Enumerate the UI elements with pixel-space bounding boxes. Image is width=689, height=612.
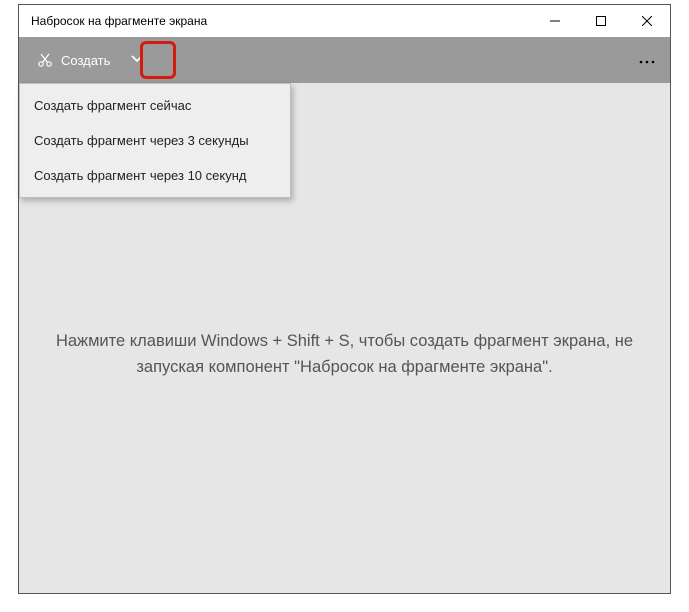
titlebar: Набросок на фрагменте экрана xyxy=(19,5,670,37)
menu-item-snip-now[interactable]: Создать фрагмент сейчас xyxy=(20,88,290,123)
more-icon xyxy=(639,51,655,69)
menu-item-snip-3s[interactable]: Создать фрагмент через 3 секунды xyxy=(20,123,290,158)
maximize-button[interactable] xyxy=(578,5,624,37)
empty-state-hint: Нажмите клавиши Windows + Shift + S, что… xyxy=(49,329,640,380)
new-snip-dropdown-menu: Создать фрагмент сейчас Создать фрагмент… xyxy=(19,83,291,198)
more-button[interactable] xyxy=(624,37,670,83)
toolbar: Создать xyxy=(19,37,670,83)
close-button[interactable] xyxy=(624,5,670,37)
snip-icon xyxy=(37,52,53,68)
window-controls xyxy=(532,5,670,37)
content-area: Создать фрагмент сейчас Создать фрагмент… xyxy=(19,83,670,593)
app-window: Набросок на фрагменте экрана xyxy=(18,4,671,594)
new-snip-label: Создать xyxy=(61,53,110,68)
chevron-down-icon xyxy=(130,51,144,70)
menu-item-snip-10s[interactable]: Создать фрагмент через 10 секунд xyxy=(20,158,290,193)
new-snip-button[interactable]: Создать xyxy=(27,46,120,74)
new-snip-dropdown-button[interactable] xyxy=(122,45,152,75)
minimize-button[interactable] xyxy=(532,5,578,37)
window-title: Набросок на фрагменте экрана xyxy=(19,14,532,28)
